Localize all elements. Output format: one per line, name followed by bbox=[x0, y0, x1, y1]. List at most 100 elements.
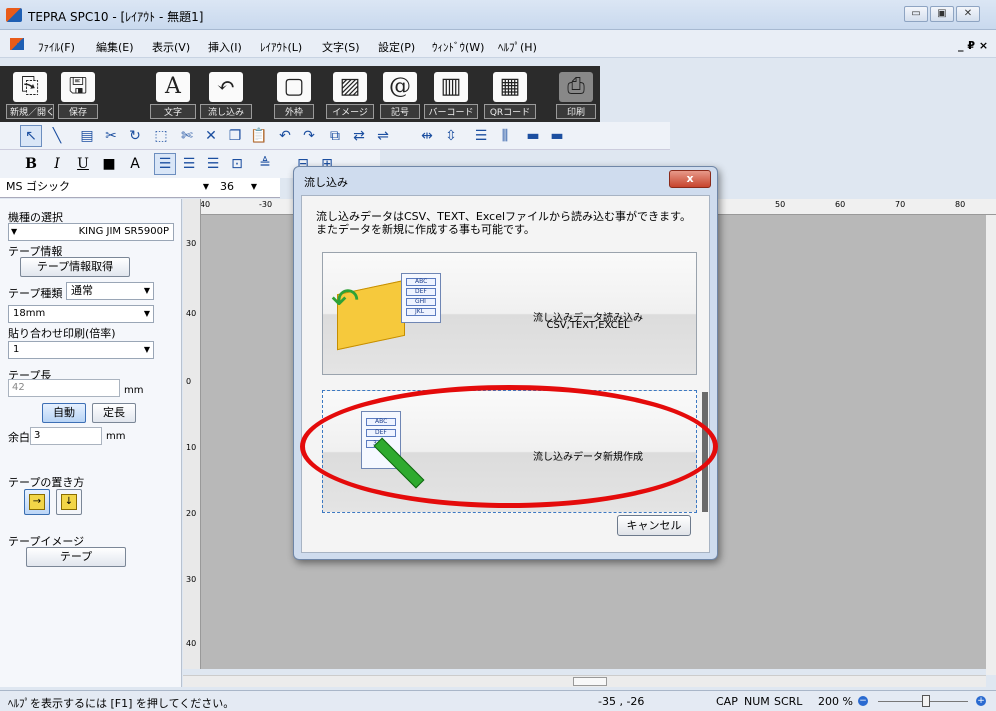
font-name-select[interactable]: MS ゴシック ▼ bbox=[2, 179, 212, 197]
scrl-indicator: SCRL bbox=[774, 695, 803, 708]
qrcode-button[interactable]: ▦ QRコード bbox=[484, 69, 536, 119]
chevron-down-icon: ▼ bbox=[11, 227, 18, 236]
menu-edit[interactable]: 編集(E) bbox=[96, 39, 134, 55]
print-button[interactable]: ⎙ 印刷 bbox=[556, 69, 596, 119]
image-icon: ▨ bbox=[333, 72, 367, 102]
bold-icon[interactable]: B bbox=[20, 153, 42, 175]
print-icon: ⎙ bbox=[559, 72, 593, 102]
model-select[interactable]: ▼ KING JIM SR5900P bbox=[8, 223, 174, 241]
text-button[interactable]: A 文字 bbox=[150, 69, 196, 119]
align-icon[interactable]: ⇌ bbox=[372, 125, 394, 147]
text-align-center-icon[interactable]: ☰ bbox=[178, 153, 200, 175]
zoom-level: 200 % bbox=[818, 695, 853, 708]
zoom-out-icon[interactable]: − bbox=[858, 696, 868, 706]
zoom-in-icon[interactable]: + bbox=[976, 696, 986, 706]
dialog-close-button[interactable]: x bbox=[669, 170, 711, 188]
menu-insert[interactable]: 挿入(I) bbox=[208, 39, 242, 55]
menu-file[interactable]: ﾌｧｲﾙ(F) bbox=[38, 39, 75, 55]
align-left-icon[interactable]: ☰ bbox=[470, 125, 492, 147]
line-spacing-icon[interactable]: ≜ bbox=[254, 153, 276, 175]
italic-icon[interactable]: I bbox=[46, 153, 68, 175]
zoom-slider-thumb[interactable] bbox=[922, 695, 930, 707]
window-title: TEPRA SPC10 - [ﾚｲｱｳﾄ - 無題1] bbox=[28, 10, 204, 24]
close-window-button[interactable]: ✕ bbox=[956, 6, 980, 22]
main-toolbar: ⎘ 新規／開く 🖫 保存 A 文字 ↶ 流し込み ▢ 外枠 ▨ イメージ @ 記号 ▥ バーコー… bbox=[0, 66, 600, 122]
select-tool-icon[interactable]: ↖ bbox=[20, 125, 42, 147]
horizontal-scroll-thumb[interactable] bbox=[573, 677, 607, 686]
bring-front-icon[interactable]: ⧉ bbox=[324, 125, 346, 147]
delete-icon[interactable]: ✕ bbox=[200, 125, 222, 147]
cut-icon[interactable]: ✄ bbox=[176, 125, 198, 147]
menu-layout[interactable]: ﾚｲｱｳﾄ(L) bbox=[260, 39, 302, 55]
vertical-scrollbar[interactable] bbox=[986, 215, 996, 675]
symbol-button[interactable]: @ 記号 bbox=[380, 69, 420, 119]
arrange-icon[interactable]: ⇄ bbox=[348, 125, 370, 147]
tape-length-input[interactable]: 42 bbox=[8, 379, 120, 397]
block-a-icon[interactable]: ▬ bbox=[522, 125, 544, 147]
redo-icon[interactable]: ↷ bbox=[298, 125, 320, 147]
sheet-row: ABC bbox=[406, 278, 436, 286]
tape-type-select[interactable]: 通常 ▼ bbox=[66, 282, 154, 300]
image-button[interactable]: ▨ イメージ bbox=[326, 69, 374, 119]
text-align-left-icon[interactable]: ☰ bbox=[154, 153, 176, 175]
group-tool-icon[interactable]: ⬚ bbox=[150, 125, 172, 147]
ruler-tick: 30 bbox=[186, 575, 197, 584]
text-color-icon[interactable]: A bbox=[124, 153, 146, 175]
char-style-icon[interactable]: ■ bbox=[98, 153, 120, 175]
distribute-v-icon[interactable]: ⇳ bbox=[440, 125, 462, 147]
underline-icon[interactable]: U bbox=[72, 153, 94, 175]
menu-settings[interactable]: 設定(P) bbox=[378, 39, 415, 55]
tape-type-label: テープ種類 bbox=[8, 287, 63, 300]
minimize-button[interactable]: ▭ bbox=[904, 6, 928, 22]
save-button[interactable]: 🖫 保存 bbox=[58, 69, 98, 119]
sheet-row: DEF bbox=[406, 288, 436, 296]
menu-window[interactable]: ｳｨﾝﾄﾞｳ(W) bbox=[432, 39, 484, 55]
vertical-orientation-button[interactable]: ↓ bbox=[56, 489, 82, 515]
horizontal-scrollbar[interactable] bbox=[183, 675, 986, 687]
frame-icon: ▢ bbox=[277, 72, 311, 102]
scissor-tool-icon[interactable]: ✂ bbox=[100, 125, 122, 147]
menu-view[interactable]: 表示(V) bbox=[152, 39, 190, 55]
frame-button[interactable]: ▢ 外枠 bbox=[274, 69, 314, 119]
margin-input[interactable]: 3 bbox=[30, 427, 102, 445]
tape-image-button[interactable]: テープ bbox=[26, 547, 126, 567]
font-size-select[interactable]: 36 ▼ bbox=[216, 179, 260, 197]
horizontal-orientation-button[interactable]: → bbox=[24, 489, 50, 515]
table-tool-icon[interactable]: ▤ bbox=[76, 125, 98, 147]
tape-length-unit: mm bbox=[124, 385, 144, 396]
qrcode-icon: ▦ bbox=[493, 72, 527, 102]
ruler-tick: 80 bbox=[955, 200, 966, 209]
fixed-length-button[interactable]: 定長 bbox=[92, 403, 136, 423]
align-bottom-icon[interactable]: ⫼ bbox=[494, 125, 516, 147]
margin-unit: mm bbox=[106, 431, 126, 442]
import-data-option[interactable]: ↶ ABC DEF GHI JKL 流し込みデータ読み込み CSV,TEXT,E… bbox=[322, 252, 697, 375]
new-open-button[interactable]: ⎘ 新規／開く bbox=[6, 69, 55, 119]
text-align-right-icon[interactable]: ☰ bbox=[202, 153, 224, 175]
maximize-button[interactable]: ▣ bbox=[930, 6, 954, 22]
menu-text[interactable]: 文字(S) bbox=[322, 39, 360, 55]
rotate-tool-icon[interactable]: ↻ bbox=[124, 125, 146, 147]
help-hint: ﾍﾙﾌﾟを表示するには [F1] を押してください。 bbox=[8, 697, 235, 710]
auto-length-button[interactable]: 自動 bbox=[42, 403, 86, 423]
line-tool-icon[interactable]: ╲ bbox=[46, 125, 68, 147]
menu-help[interactable]: ﾍﾙﾌﾟ(H) bbox=[498, 39, 537, 55]
cursor-coords: -35 , -26 bbox=[598, 695, 645, 708]
cancel-button[interactable]: キャンセル bbox=[617, 515, 691, 536]
merge-button[interactable]: ↶ 流し込み bbox=[200, 69, 252, 119]
tape-width-select[interactable]: 18mm ▼ bbox=[8, 305, 154, 323]
chevron-down-icon: ▼ bbox=[143, 309, 150, 318]
barcode-button[interactable]: ▥ バーコード bbox=[424, 69, 478, 119]
distribute-h-icon[interactable]: ⇹ bbox=[416, 125, 438, 147]
ruler-tick: 0 bbox=[186, 377, 192, 386]
undo-icon[interactable]: ↶ bbox=[274, 125, 296, 147]
get-tape-info-button[interactable]: テープ情報取得 bbox=[20, 257, 130, 277]
text-fit-icon[interactable]: ⊡ bbox=[226, 153, 248, 175]
laminate-select[interactable]: 1 ▼ bbox=[8, 341, 154, 359]
text-icon: A bbox=[156, 72, 190, 102]
copy-icon[interactable]: ❐ bbox=[224, 125, 246, 147]
chevron-down-icon: ▼ bbox=[250, 182, 257, 191]
ruler-tick: 20 bbox=[186, 509, 197, 518]
mdi-controls[interactable]: _ ₽ × bbox=[958, 39, 988, 52]
block-b-icon[interactable]: ▬ bbox=[546, 125, 568, 147]
paste-icon[interactable]: 📋 bbox=[248, 125, 270, 147]
